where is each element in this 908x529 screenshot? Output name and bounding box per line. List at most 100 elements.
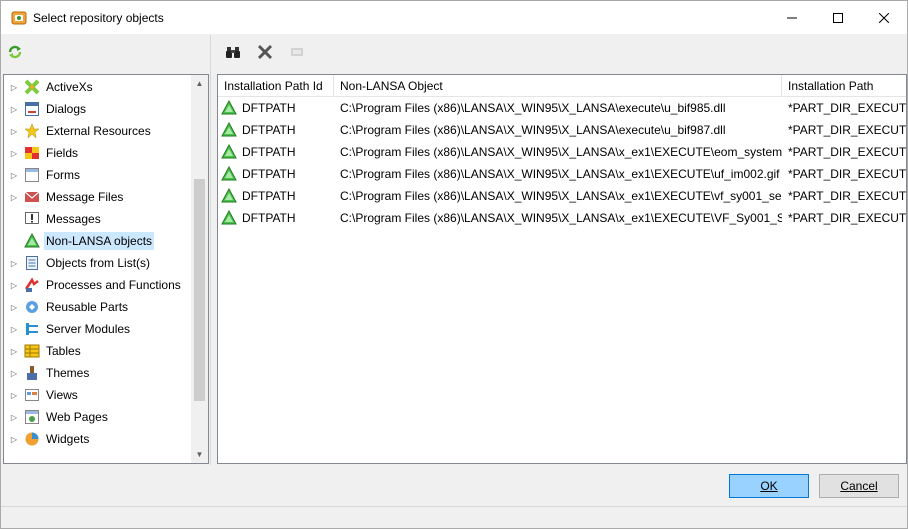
column-header-installation-path[interactable]: Installation Path — [782, 75, 906, 97]
non-lansa-object-list: Installation Path Id Non-LANSA Object In… — [217, 74, 907, 464]
tree-item-reusable-parts[interactable]: ▷ Reusable Parts — [4, 296, 192, 318]
expand-arrow-icon[interactable]: ▷ — [8, 303, 20, 312]
message-file-icon — [24, 189, 40, 205]
table-row[interactable]: DFTPATH C:\Program Files (x86)\LANSA\X_WI… — [218, 207, 907, 229]
tree-item-label: Views — [46, 388, 78, 402]
scroll-down-arrow-icon[interactable]: ▼ — [191, 446, 208, 463]
star-icon — [24, 123, 40, 139]
installation-path-cell: *PART_DIR_EXECUTE — [788, 167, 907, 181]
tree-item-label: Messages — [46, 212, 101, 226]
installation-path-cell: *PART_DIR_EXECUTE — [788, 211, 907, 225]
tree-item-non-lansa-objects[interactable]: ▷Non-LANSA objects — [4, 230, 192, 252]
object-type-tree: ▲ ▼ ▷ ActiveXs ▷ Dialogs ▷ External Resources… — [3, 74, 209, 464]
pane-splitter[interactable] — [210, 35, 211, 465]
expand-arrow-icon[interactable]: ▷ — [8, 149, 20, 158]
expand-arrow-icon[interactable]: ▷ — [8, 391, 20, 400]
expand-arrow-icon[interactable]: ▷ — [8, 105, 20, 114]
table-row[interactable]: DFTPATH C:\Program Files (x86)\LANSA\X_WI… — [218, 141, 906, 163]
repository-icon — [11, 10, 27, 26]
triangle-icon — [221, 209, 237, 226]
expand-arrow-icon[interactable]: ▷ — [8, 127, 20, 136]
installation-path-id-cell: DFTPATH — [218, 163, 334, 185]
tree-item-label: Tables — [46, 344, 81, 358]
tree-item-fields[interactable]: ▷ Fields — [4, 142, 192, 164]
installation-path-cell: *PART_DIR_EXECUTE — [788, 123, 907, 137]
tree-item-label: Server Modules — [46, 322, 131, 336]
non-lansa-object-cell: C:\Program Files (x86)\LANSA\X_WIN95\X_L… — [340, 123, 726, 137]
disabled-toolbar-button[interactable] — [285, 43, 309, 63]
expand-arrow-icon[interactable]: ▷ — [8, 325, 20, 334]
tree-item-label: Reusable Parts — [46, 300, 129, 314]
triangle-icon — [221, 99, 237, 116]
tree-item-activexs[interactable]: ▷ ActiveXs — [4, 76, 192, 98]
table-row[interactable]: DFTPATH C:\Program Files (x86)\LANSA\X_WI… — [218, 97, 907, 119]
tree-item-processes-and-functions[interactable]: ▷ Processes and Functions — [4, 274, 192, 296]
tree-item-label: Non-LANSA objects — [44, 232, 155, 250]
expand-arrow-icon[interactable]: ▷ — [8, 259, 20, 268]
tree-item-label: External Resources — [46, 124, 151, 138]
process-icon — [24, 277, 40, 293]
maximize-button[interactable] — [815, 1, 861, 34]
installation-path-id-cell: DFTPATH — [218, 185, 334, 207]
triangle-icon — [221, 165, 237, 182]
close-button[interactable] — [861, 1, 907, 34]
dialog-window: Select repository objects ▲ ▼ ▷ ActiveXs… — [0, 0, 908, 529]
window-title: Select repository objects — [33, 10, 164, 25]
installation-path-id-cell: DFTPATH — [218, 97, 334, 119]
expand-arrow-icon[interactable]: ▷ — [8, 171, 20, 180]
tree-item-objects-from-list-s[interactable]: ▷ Objects from List(s) — [4, 252, 192, 274]
web-page-icon — [24, 409, 40, 425]
tree-item-widgets[interactable]: ▷ Widgets — [4, 428, 192, 450]
table-row[interactable]: DFTPATH C:\Program Files (x86)\LANSA\X_WI… — [218, 119, 907, 141]
title-bar: Select repository objects — [1, 1, 907, 34]
installation-path-id-cell: DFTPATH — [218, 119, 334, 141]
column-header-installation-path-id[interactable]: Installation Path Id — [218, 75, 334, 97]
non-lansa-object-cell: C:\Program Files (x86)\LANSA\X_WIN95\X_L… — [340, 189, 782, 203]
table-row[interactable]: DFTPATH C:\Program Files (x86)\LANSA\X_WI… — [218, 185, 906, 207]
expand-arrow-icon[interactable]: ▷ — [8, 281, 20, 290]
triangle-icon — [221, 187, 237, 204]
message-icon — [24, 211, 40, 227]
tree-item-external-resources[interactable]: ▷ External Resources — [4, 120, 192, 142]
ok-button[interactable]: OK — [729, 474, 809, 498]
tree-item-server-modules[interactable]: ▷ Server Modules — [4, 318, 192, 340]
tree-item-forms[interactable]: ▷ Forms — [4, 164, 192, 186]
installation-path-cell: *PART_DIR_EXECUTE — [788, 101, 907, 115]
table-row[interactable]: DFTPATH C:\Program Files (x86)\LANSA\X_WI… — [218, 163, 907, 185]
installation-path-id-text: DFTPATH — [242, 145, 296, 159]
widget-icon — [24, 431, 40, 447]
tree-item-views[interactable]: ▷ Views — [4, 384, 192, 406]
expand-arrow-icon[interactable]: ▷ — [8, 369, 20, 378]
non-lansa-object-cell: C:\Program Files (x86)\LANSA\X_WIN95\X_L… — [340, 167, 780, 181]
expand-arrow-icon[interactable]: ▷ — [8, 193, 20, 202]
remove-button[interactable] — [253, 43, 277, 63]
find-button[interactable] — [221, 43, 245, 63]
minimize-button[interactable] — [769, 1, 815, 34]
cancel-button-label: Cancel — [840, 479, 878, 493]
expand-arrow-icon[interactable]: ▷ — [8, 347, 20, 356]
tree-item-web-pages[interactable]: ▷ Web Pages — [4, 406, 192, 428]
installation-path-id-text: DFTPATH — [242, 211, 296, 225]
server-module-icon — [24, 321, 40, 337]
list-header: Installation Path Id Non-LANSA Object In… — [218, 75, 906, 97]
installation-path-id-cell: DFTPATH — [218, 207, 334, 229]
column-header-non-lansa-object[interactable]: Non-LANSA Object — [334, 75, 782, 97]
tree-item-tables[interactable]: ▷ Tables — [4, 340, 192, 362]
tree-item-themes[interactable]: ▷ Themes — [4, 362, 192, 384]
tree-scrollbar[interactable]: ▲ ▼ — [191, 75, 208, 463]
tree-item-messages[interactable]: ▷Messages — [4, 208, 192, 230]
refresh-button[interactable] — [5, 43, 25, 63]
table-icon — [24, 343, 40, 359]
expand-arrow-icon[interactable]: ▷ — [8, 435, 20, 444]
view-icon — [24, 387, 40, 403]
cancel-button[interactable]: Cancel — [819, 474, 899, 498]
scroll-thumb[interactable] — [194, 179, 205, 401]
expand-arrow-icon[interactable]: ▷ — [8, 413, 20, 422]
installation-path-id-cell: DFTPATH — [218, 141, 334, 163]
tree-item-message-files[interactable]: ▷ Message Files — [4, 186, 192, 208]
triangle-icon — [221, 143, 237, 160]
tree-item-label: Objects from List(s) — [46, 256, 151, 270]
tree-item-dialogs[interactable]: ▷ Dialogs — [4, 98, 192, 120]
expand-arrow-icon[interactable]: ▷ — [8, 83, 20, 92]
scroll-up-arrow-icon[interactable]: ▲ — [191, 75, 208, 92]
